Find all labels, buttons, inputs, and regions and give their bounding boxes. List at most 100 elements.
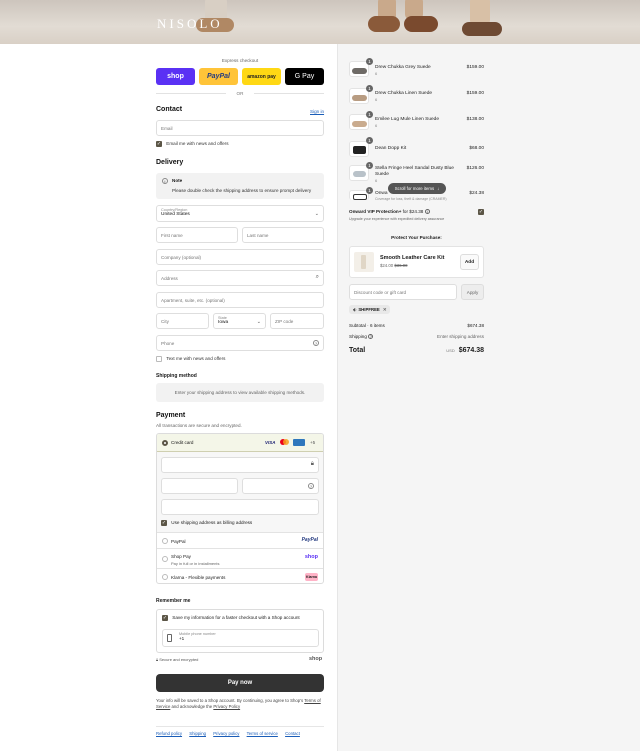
payment-heading: Payment	[156, 412, 186, 419]
product-price: $159.00	[466, 65, 484, 70]
scroll-fade	[349, 200, 484, 203]
scroll-more-pill[interactable]: Scroll for more items ↓	[388, 183, 446, 194]
arrow-down-icon: ↓	[437, 186, 440, 191]
google-pay-button[interactable]: G Pay	[285, 68, 324, 85]
mastercard-icon	[280, 439, 289, 446]
country-select[interactable]: Country/Region United States ⌄	[156, 205, 324, 222]
shop-logo: shop	[309, 656, 323, 662]
paypal-radio[interactable]	[162, 538, 168, 544]
email-field[interactable]: Email	[156, 120, 324, 136]
shipping-link[interactable]: Shipping	[189, 731, 206, 736]
email-news-checkbox[interactable]: ✓	[156, 141, 162, 147]
zip-field[interactable]: ZIP code	[270, 313, 324, 329]
product-name: Stella Fringe Heel Sandal Dusty Blue Sue…	[375, 166, 454, 177]
apply-discount-button[interactable]: Apply	[461, 284, 484, 300]
state-select[interactable]: State Iowa ⌄	[213, 313, 266, 329]
onward-row: Onward VIP Protection+ for $24.38 i	[349, 209, 430, 214]
product-variant: 6	[375, 71, 378, 76]
secure-note: 🔒︎ Secure and encrypted	[156, 657, 198, 662]
privacy-link[interactable]: Privacy Policy	[213, 704, 240, 709]
contact-link[interactable]: Contact	[285, 731, 300, 736]
privacy-policy-link[interactable]: Privacy policy	[213, 731, 239, 736]
city-field[interactable]: City	[156, 313, 209, 329]
sign-in-link[interactable]: Sign in	[310, 109, 324, 114]
legal-text: Your info will be saved to a Shop accoun…	[156, 698, 326, 710]
paypal-button[interactable]: PayPal	[199, 68, 238, 85]
shop-pay-sub: Pay in full or in installments	[171, 561, 220, 566]
visa-icon: VISA	[265, 440, 276, 445]
mobile-prefix: +1	[179, 636, 185, 641]
credit-card-radio[interactable]	[162, 440, 168, 446]
text-news-checkbox[interactable]	[156, 356, 162, 362]
add-upsell-button[interactable]: Add	[460, 254, 479, 270]
quantity-badge: 1	[366, 137, 373, 144]
product-variant: 6	[375, 178, 378, 183]
apartment-field[interactable]: Apartment, suite, etc. (optional)	[156, 292, 324, 308]
product-price: $68.00	[469, 146, 484, 151]
paypal-option[interactable]: PayPal PayPal	[157, 532, 323, 548]
billing-same-checkbox[interactable]: ✓	[161, 520, 167, 526]
address-placeholder: Address	[161, 275, 178, 281]
product-name: Onwa	[375, 191, 388, 196]
remember-me-box: ✓ Save my information for a faster check…	[156, 609, 324, 653]
divider	[254, 93, 324, 94]
mobile-phone-field[interactable]: Mobile phone number +1	[162, 629, 319, 647]
company-field[interactable]: Company (optional)	[156, 249, 324, 265]
first-name-field[interactable]: First name	[156, 227, 238, 243]
help-icon[interactable]: ?	[308, 483, 314, 489]
help-icon[interactable]: ?	[313, 340, 319, 346]
text-news-option[interactable]: Text me with news and offers	[156, 356, 225, 362]
total-label: Total	[349, 347, 366, 354]
save-info-label: Save my information for a faster checkou…	[172, 615, 300, 621]
credit-card-option[interactable]: Credit card VISA +5	[157, 434, 323, 452]
terms-of-service-link[interactable]: Terms of service	[247, 731, 278, 736]
save-info-option[interactable]: ✓ Save my information for a faster check…	[162, 615, 300, 621]
shipping-method-heading: Shipping method	[156, 373, 197, 379]
shipping-method-placeholder: Enter your shipping address to view avai…	[156, 383, 324, 402]
discount-tag: ⬖ SHIPFREE ✕	[349, 305, 391, 314]
discount-code-field[interactable]: Discount code or gift card	[349, 284, 457, 300]
email-news-label: Email me with news and offers	[166, 141, 229, 147]
brand-logo[interactable]: NISOLO	[157, 16, 223, 32]
lock-icon: 🔒︎	[156, 657, 159, 662]
product-price: $126.00	[466, 166, 484, 171]
shop-pay-option[interactable]: Shop Pay Pay in full or in installments …	[157, 548, 323, 568]
currency-label: USD	[446, 348, 455, 353]
quantity-badge: 1	[366, 58, 373, 65]
pay-now-button[interactable]: Pay now	[156, 674, 324, 692]
remove-tag-icon[interactable]: ✕	[383, 307, 387, 313]
secure-label: Secure and encrypted	[159, 657, 199, 662]
shop-pay-button[interactable]: shop	[156, 68, 195, 85]
more-cards-count: +5	[310, 440, 316, 445]
product-name: Drew Chukka Linen Suede	[375, 91, 433, 96]
onward-checkbox[interactable]: ✓	[478, 209, 484, 215]
product-price: $159.00	[466, 91, 484, 96]
email-news-option[interactable]: ✓ Email me with news and offers	[156, 141, 229, 147]
note-title: Note	[172, 178, 183, 183]
help-icon[interactable]: ?	[368, 334, 374, 339]
refund-policy-link[interactable]: Refund policy	[156, 731, 182, 736]
product-price: $138.00	[466, 117, 484, 122]
product-name: Dean Dopp Kit	[375, 146, 407, 151]
info-icon[interactable]: i	[424, 209, 430, 214]
address-field[interactable]: Address ⌕	[156, 270, 324, 286]
upsell-price: $24.00	[380, 263, 394, 268]
quantity-badge: 1	[366, 111, 373, 118]
hero-shoe	[462, 22, 502, 36]
chevron-down-icon: ⌄	[314, 211, 319, 217]
upsell-card: Smooth Leather Care Kit $24.00 $36.00 Ad…	[349, 246, 484, 278]
note-text: Please double check the shipping address…	[172, 188, 312, 193]
shop-pay-radio[interactable]	[162, 556, 168, 562]
quantity-badge: 1	[366, 187, 373, 194]
amazon-pay-button[interactable]: amazon pay	[242, 68, 281, 85]
last-name-field[interactable]: Last name	[242, 227, 324, 243]
name-on-card-field[interactable]	[161, 499, 319, 515]
security-code-field[interactable]: ?	[242, 478, 319, 494]
klarna-radio[interactable]	[162, 574, 168, 580]
save-info-checkbox[interactable]: ✓	[162, 615, 168, 621]
klarna-option[interactable]: Klarna - Flexible payments Klarna	[157, 568, 323, 583]
expiry-field[interactable]	[161, 478, 238, 494]
billing-same-option[interactable]: ✓ Use shipping address as billing addres…	[161, 520, 252, 526]
phone-field[interactable]: Phone ?	[156, 335, 324, 351]
card-number-field[interactable]: 🔒︎	[161, 457, 319, 473]
